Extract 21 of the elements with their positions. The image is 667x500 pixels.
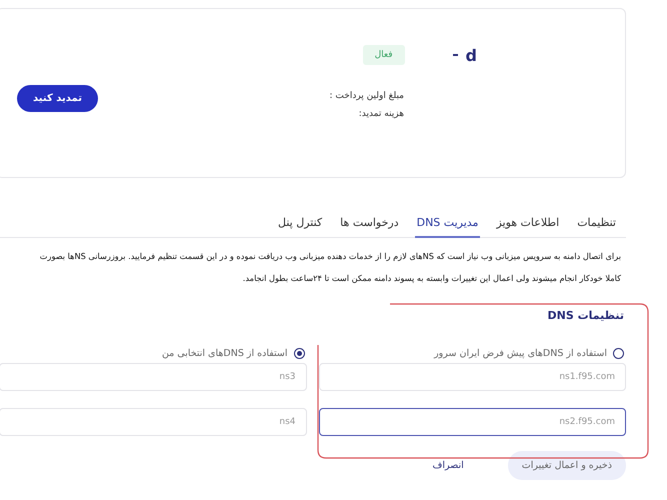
domain-name: d [466,46,477,64]
tab[interactable]: درخواست ها [338,210,401,238]
input-field[interactable]: ns2.f95.com [318,408,626,436]
radio-icon[interactable] [613,348,624,359]
section-title: تنظیمات DNS [546,309,624,322]
radio-icon[interactable] [294,348,304,359]
tab[interactable]: مدیریت DNS [414,210,480,238]
status-badge: فعال [362,45,405,65]
description-text: برای اتصال دامنه به سرویس میزبانی وب نیاز است که NSهای لازم را از خدمات دهنده میزبانی وب دریافت نموده و در این قسمت تنظیم فرمایید. بروزرسانی NSها بصورت [38,251,621,261]
cancel-link[interactable]: انصراف [426,459,470,472]
tab[interactable]: کنترل پنل [276,210,324,238]
tab[interactable]: تنظیمات [575,210,618,238]
radio-option[interactable]: استفاده از DNSهای انتخابی من [0,348,304,359]
tab[interactable]: اطلاعات هویز [494,210,562,238]
save-button[interactable]: ذخیره و اعمال تغییرات [508,451,626,480]
detail-label: هزینه تمدید: [358,109,404,119]
description-text: کاملا خودکار انجام میشوند ولی اعمال این تغییرات وابسته به پسوند دامنه ممکن است تا ۲۴ساعت بطول انجامد. [242,273,621,283]
dash-icon [452,54,458,56]
detail-label: مبلغ اولین پرداخت : [330,91,404,101]
radio-option[interactable]: استفاده از DNSهای پیش فرض ایران سرور [318,348,624,359]
renew-button[interactable]: تمدید کنید [17,85,98,112]
